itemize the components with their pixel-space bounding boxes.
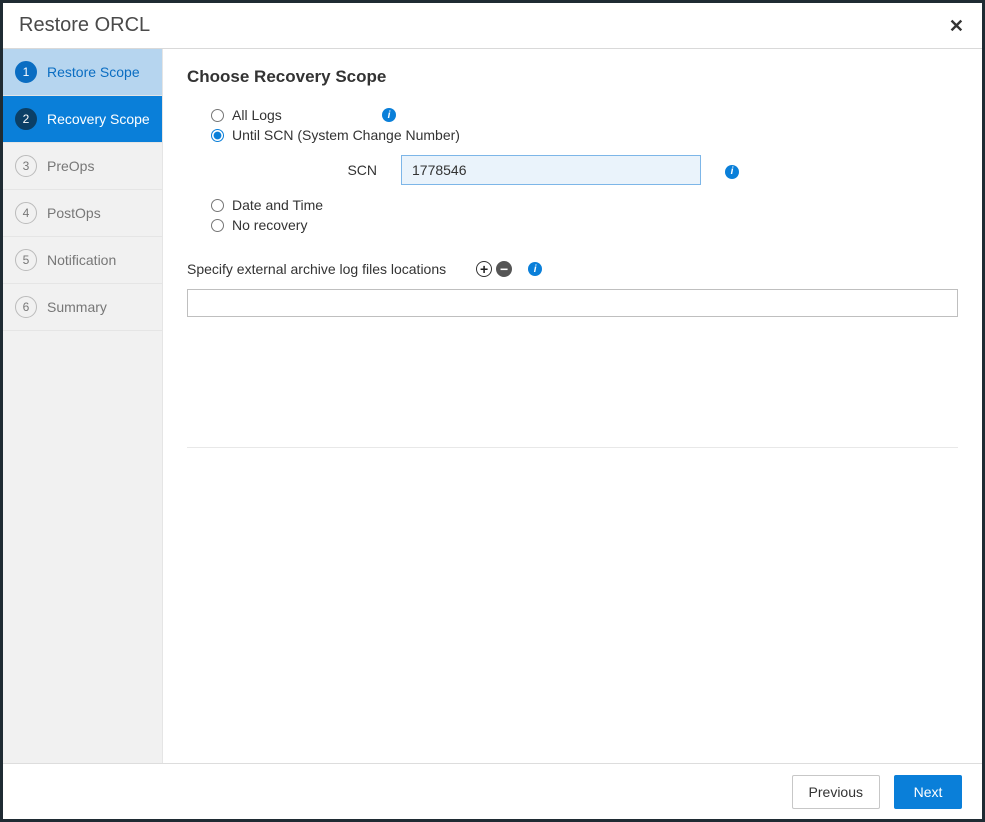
previous-button[interactable]: Previous	[792, 775, 880, 809]
page-heading: Choose Recovery Scope	[187, 67, 958, 87]
wizard-sidebar: 1 Restore Scope 2 Recovery Scope 3 PreOp…	[3, 49, 163, 763]
dialog-body: 1 Restore Scope 2 Recovery Scope 3 PreOp…	[3, 49, 982, 763]
archive-section-label-row: Specify external archive log files locat…	[187, 261, 958, 277]
step-number: 4	[15, 202, 37, 224]
archive-label: Specify external archive log files locat…	[187, 261, 446, 277]
step-label: Restore Scope	[47, 64, 140, 80]
radio-all-logs[interactable]	[211, 109, 224, 122]
radio-row-until-scn: Until SCN (System Change Number)	[211, 127, 958, 143]
scn-input[interactable]	[401, 155, 701, 185]
remove-location-button[interactable]: −	[496, 261, 512, 277]
sidebar-step-summary[interactable]: 6 Summary	[3, 284, 162, 331]
recovery-scope-radio-group-2: Date and Time No recovery	[187, 197, 958, 233]
step-number: 2	[15, 108, 37, 130]
sidebar-step-preops[interactable]: 3 PreOps	[3, 143, 162, 190]
radio-label: Until SCN (System Change Number)	[232, 127, 460, 143]
dialog-footer: Previous Next	[3, 763, 982, 819]
restore-dialog: Restore ORCL ✕ 1 Restore Scope 2 Recover…	[0, 0, 985, 822]
radio-until-scn[interactable]	[211, 129, 224, 142]
info-icon[interactable]: i	[528, 262, 542, 276]
radio-label: Date and Time	[232, 197, 323, 213]
info-icon[interactable]: i	[382, 108, 396, 122]
sidebar-step-postops[interactable]: 4 PostOps	[3, 190, 162, 237]
add-location-button[interactable]: +	[476, 261, 492, 277]
sidebar-step-restore-scope[interactable]: 1 Restore Scope	[3, 49, 162, 96]
next-button[interactable]: Next	[894, 775, 962, 809]
radio-row-no-recovery: No recovery	[211, 217, 958, 233]
divider	[187, 447, 958, 448]
step-label: PreOps	[47, 158, 94, 174]
step-number: 3	[15, 155, 37, 177]
radio-row-all-logs: All Logs i	[211, 107, 958, 123]
radio-label: All Logs	[232, 107, 382, 123]
step-number: 5	[15, 249, 37, 271]
archive-locations-box[interactable]	[187, 289, 958, 317]
main-panel: Choose Recovery Scope All Logs i Until S…	[163, 49, 982, 763]
radio-row-date-time: Date and Time	[211, 197, 958, 213]
step-label: Recovery Scope	[47, 111, 150, 127]
dialog-title: Restore ORCL	[19, 14, 150, 37]
scn-input-row: SCN i	[187, 155, 958, 185]
scn-label: SCN	[211, 162, 401, 178]
step-label: Notification	[47, 252, 116, 268]
sidebar-step-notification[interactable]: 5 Notification	[3, 237, 162, 284]
radio-label: No recovery	[232, 217, 307, 233]
radio-date-time[interactable]	[211, 199, 224, 212]
sidebar-step-recovery-scope[interactable]: 2 Recovery Scope	[3, 96, 162, 143]
info-icon[interactable]: i	[725, 165, 739, 179]
recovery-scope-radio-group: All Logs i Until SCN (System Change Numb…	[187, 107, 958, 143]
step-number: 6	[15, 296, 37, 318]
step-number: 1	[15, 61, 37, 83]
step-label: Summary	[47, 299, 107, 315]
close-icon[interactable]: ✕	[945, 13, 968, 39]
step-label: PostOps	[47, 205, 101, 221]
radio-no-recovery[interactable]	[211, 219, 224, 232]
titlebar: Restore ORCL ✕	[3, 3, 982, 49]
